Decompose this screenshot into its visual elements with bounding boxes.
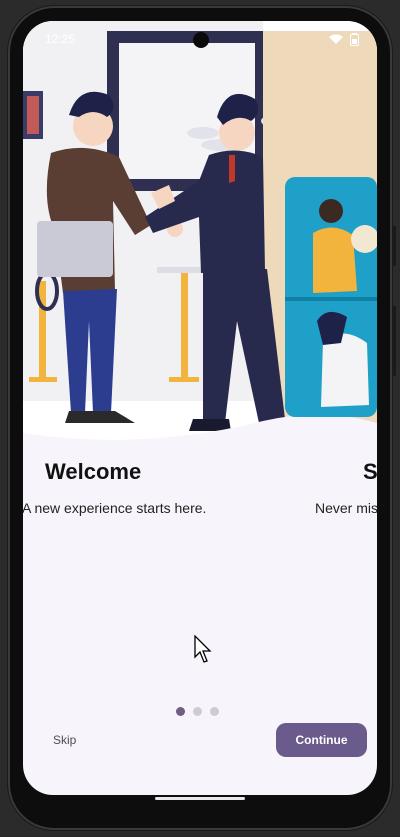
camera-cutout xyxy=(193,32,209,48)
page-dot-active[interactable] xyxy=(176,707,185,716)
onboarding-illustration xyxy=(23,21,377,461)
page-dot[interactable] xyxy=(210,707,219,716)
next-slide-subtitle: Never miss xyxy=(315,500,377,516)
page-dot[interactable] xyxy=(193,707,202,716)
wifi-icon xyxy=(329,34,343,44)
next-slide-title: St xyxy=(363,459,377,484)
skip-button[interactable]: Skip xyxy=(53,733,76,747)
home-indicator[interactable] xyxy=(155,797,245,800)
slide-title: Welcome xyxy=(45,459,142,484)
volume-button xyxy=(392,226,396,266)
status-time: 12:25 xyxy=(45,32,76,46)
slide-subtitle: A new experience starts here. xyxy=(23,500,207,516)
phone-frame: 12:25 Welcome A new experience starts he… xyxy=(8,6,396,830)
continue-button[interactable]: Continue xyxy=(276,723,367,757)
power-button xyxy=(392,306,396,376)
mouse-cursor-icon xyxy=(194,635,212,663)
battery-icon xyxy=(350,32,359,46)
screen: 12:25 Welcome A new experience starts he… xyxy=(23,21,377,795)
page-indicator xyxy=(176,707,219,716)
